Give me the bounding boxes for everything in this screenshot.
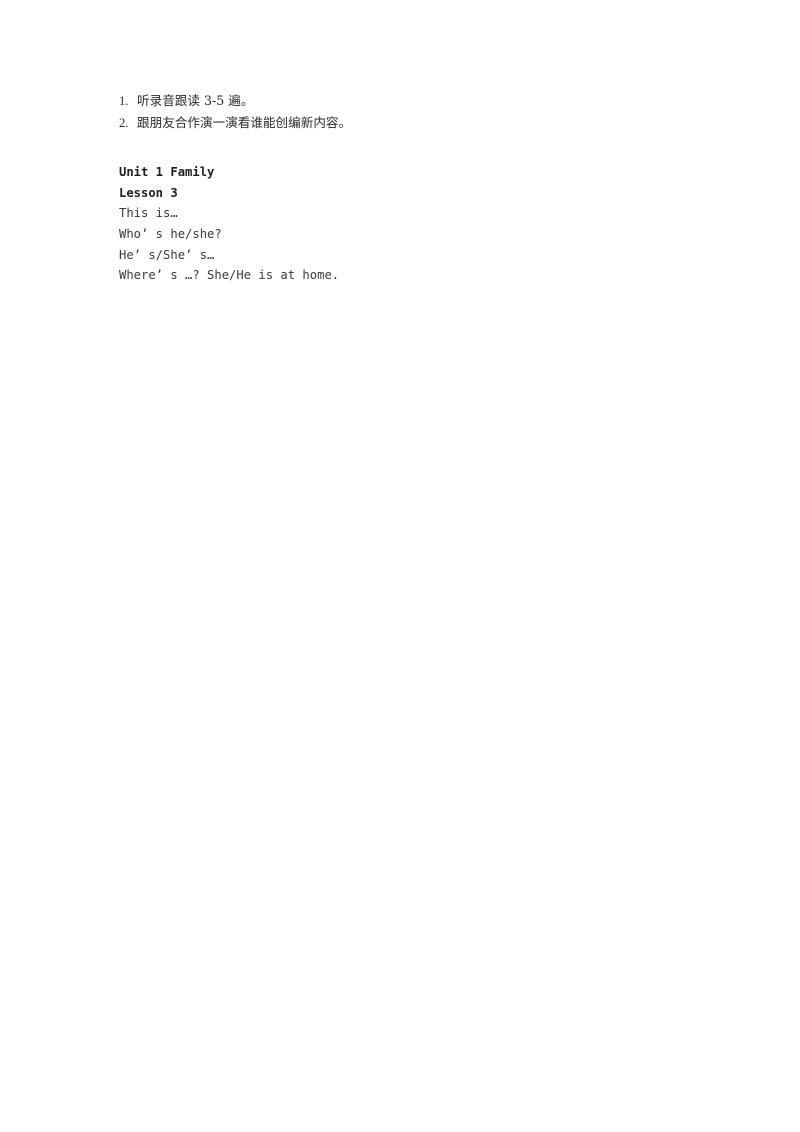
lesson-sentence: Who’ s he/she? (119, 226, 222, 241)
list-item-text: 听录音跟读 3-5 遍。 (137, 93, 254, 108)
list-item-number: 1. (119, 94, 129, 108)
instruction-list: 1. 听录音跟读 3-5 遍。 2. 跟朋友合作演一演看谁能创编新内容。 (119, 90, 719, 134)
lesson-block: Unit 1 Family Lesson 3 This is… Who’ s h… (119, 162, 719, 286)
unit-title: Unit 1 Family (119, 165, 215, 179)
lesson-sentence: He’ s/She’ s… (119, 247, 215, 262)
list-item: 2. 跟朋友合作演一演看谁能创编新内容。 (119, 112, 719, 134)
list-item: 1. 听录音跟读 3-5 遍。 (119, 90, 719, 112)
list-item-text: 跟朋友合作演一演看谁能创编新内容。 (137, 115, 352, 130)
lesson-sentence: This is… (119, 206, 178, 220)
document-page: 1. 听录音跟读 3-5 遍。 2. 跟朋友合作演一演看谁能创编新内容。 Uni… (0, 0, 800, 1132)
list-item-number: 2. (119, 116, 129, 130)
lesson-sentence: Where’ s …? She/He is at home. (119, 268, 340, 283)
lesson-title: Lesson 3 (119, 185, 178, 200)
